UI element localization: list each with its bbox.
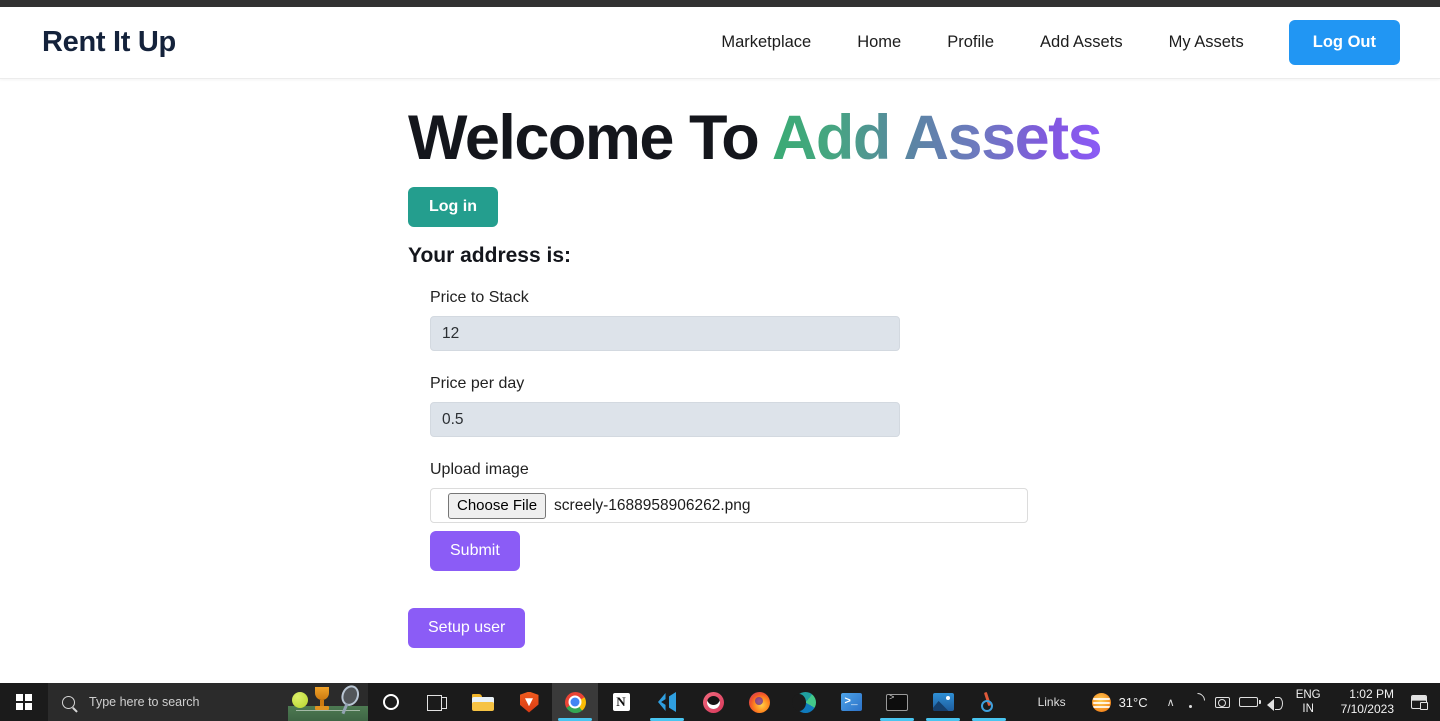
tray-language-bottom: IN: [1302, 703, 1314, 715]
taskbar-app-photos[interactable]: [920, 683, 966, 721]
price-per-day-input[interactable]: [430, 402, 900, 438]
weather-icon: [1091, 692, 1111, 712]
notion-icon: N: [611, 692, 631, 712]
windows-taskbar: Type here to search N >_ > Links 31°C ∧ …: [0, 683, 1440, 721]
snipping-tool-icon: [979, 692, 999, 712]
taskbar-app-icons: N >_: [368, 683, 1012, 721]
start-button[interactable]: [0, 683, 48, 721]
search-highlight-image: [288, 683, 368, 721]
nav-links: Marketplace Home Profile Add Assets My A…: [698, 20, 1400, 65]
nav-link-my-assets[interactable]: My Assets: [1146, 23, 1267, 62]
tray-language-indicator[interactable]: ENG IN: [1288, 688, 1331, 717]
main-content: Welcome To Add Assets Log in Your addres…: [0, 79, 1440, 649]
taskbar-app-snipping-tool[interactable]: [966, 683, 1012, 721]
tray-clock[interactable]: 1:02 PM 7/10/2023: [1331, 687, 1404, 717]
upload-image-input[interactable]: Choose File screely-1688958906262.png: [430, 488, 1028, 524]
brand-logo[interactable]: Rent It Up: [42, 26, 176, 59]
search-icon: [62, 695, 75, 709]
selected-file-name: screely-1688958906262.png: [554, 496, 751, 514]
page-title-static: Welcome To: [408, 103, 772, 173]
firefox-icon: [748, 691, 770, 713]
brave-icon: [519, 691, 539, 713]
address-heading: Your address is:: [408, 244, 571, 268]
taskbar-app-powershell[interactable]: >_: [828, 683, 874, 721]
page-title: Welcome To Add Assets: [408, 101, 1440, 175]
submit-button[interactable]: Submit: [430, 531, 520, 572]
taskbar-app-cortana[interactable]: [368, 683, 414, 721]
tray-battery-button[interactable]: [1236, 683, 1262, 721]
chrome-icon: [564, 691, 586, 713]
action-center-icon: [1411, 695, 1428, 710]
price-to-stack-input[interactable]: [430, 316, 900, 352]
navbar: Rent It Up Marketplace Home Profile Add …: [0, 7, 1440, 79]
tray-time: 1:02 PM: [1349, 687, 1394, 701]
taskbar-app-file-explorer[interactable]: [460, 683, 506, 721]
photos-icon: [932, 693, 954, 711]
upload-image-label: Upload image: [430, 461, 529, 479]
battery-icon: [1239, 697, 1262, 707]
setup-user-row: Setup user: [408, 608, 1440, 649]
nav-link-profile[interactable]: Profile: [924, 23, 1017, 62]
page-viewport: Rent It Up Marketplace Home Profile Add …: [0, 7, 1440, 683]
taskbar-app-brave[interactable]: [506, 683, 552, 721]
choose-file-button[interactable]: Choose File: [448, 492, 547, 519]
setup-user-button[interactable]: Setup user: [408, 608, 526, 649]
tray-temperature: 31°C: [1118, 694, 1148, 710]
taskbar-app-chrome[interactable]: [552, 683, 598, 721]
powershell-icon: >_: [840, 693, 862, 711]
opera-gx-icon: [702, 691, 724, 713]
tray-volume-button[interactable]: [1262, 683, 1288, 721]
tray-action-center-button[interactable]: [1404, 683, 1434, 721]
nav-link-marketplace[interactable]: Marketplace: [698, 23, 834, 62]
vscode-icon: [657, 692, 677, 712]
taskbar-app-edge[interactable]: [782, 683, 828, 721]
taskbar-app-opera-gx[interactable]: [690, 683, 736, 721]
nav-link-add-assets[interactable]: Add Assets: [1017, 23, 1146, 62]
tray-network-button[interactable]: [1184, 683, 1210, 721]
system-tray: Links 31°C ∧ ENG IN 1:02 PM 7/10/2023: [1026, 683, 1440, 721]
file-explorer-icon: [472, 693, 494, 711]
taskbar-app-task-view[interactable]: [414, 683, 460, 721]
terminal-icon: [886, 693, 908, 711]
volume-icon: [1266, 696, 1283, 711]
tray-camera-button[interactable]: [1210, 683, 1236, 721]
login-button[interactable]: Log in: [408, 187, 498, 228]
task-view-icon: [427, 695, 447, 711]
logout-button[interactable]: Log Out: [1288, 20, 1400, 65]
edge-icon: [791, 691, 816, 713]
search-placeholder: Type here to search: [89, 695, 200, 709]
page-title-highlight: Add Assets: [771, 103, 1103, 173]
taskbar-app-firefox[interactable]: [736, 683, 782, 721]
taskbar-app-vscode[interactable]: [644, 683, 690, 721]
tray-expand-button[interactable]: ∧: [1158, 696, 1184, 709]
tennis-ball-icon: [292, 692, 308, 708]
taskbar-search-input[interactable]: Type here to search: [48, 683, 368, 721]
tray-links-label[interactable]: Links: [1026, 695, 1078, 709]
camera-icon: [1215, 696, 1231, 708]
price-per-day-label: Price per day: [430, 375, 525, 393]
tray-weather-widget[interactable]: 31°C: [1078, 692, 1158, 712]
add-asset-form: Price to Stack Price per day Upload imag…: [408, 289, 1440, 649]
windows-logo-icon: [16, 694, 32, 710]
taskbar-app-notion[interactable]: N: [598, 683, 644, 721]
price-to-stack-label: Price to Stack: [430, 289, 529, 307]
nav-link-home[interactable]: Home: [834, 23, 924, 62]
taskbar-app-terminal[interactable]: [874, 683, 920, 721]
submit-row: Submit: [430, 531, 1440, 572]
trophy-icon: [312, 687, 332, 711]
tray-date: 7/10/2023: [1340, 702, 1394, 716]
wifi-icon: [1189, 697, 1204, 708]
cortana-icon: [383, 694, 399, 710]
tray-language-top: ENG: [1295, 688, 1321, 701]
browser-top-strip: [0, 0, 1440, 7]
